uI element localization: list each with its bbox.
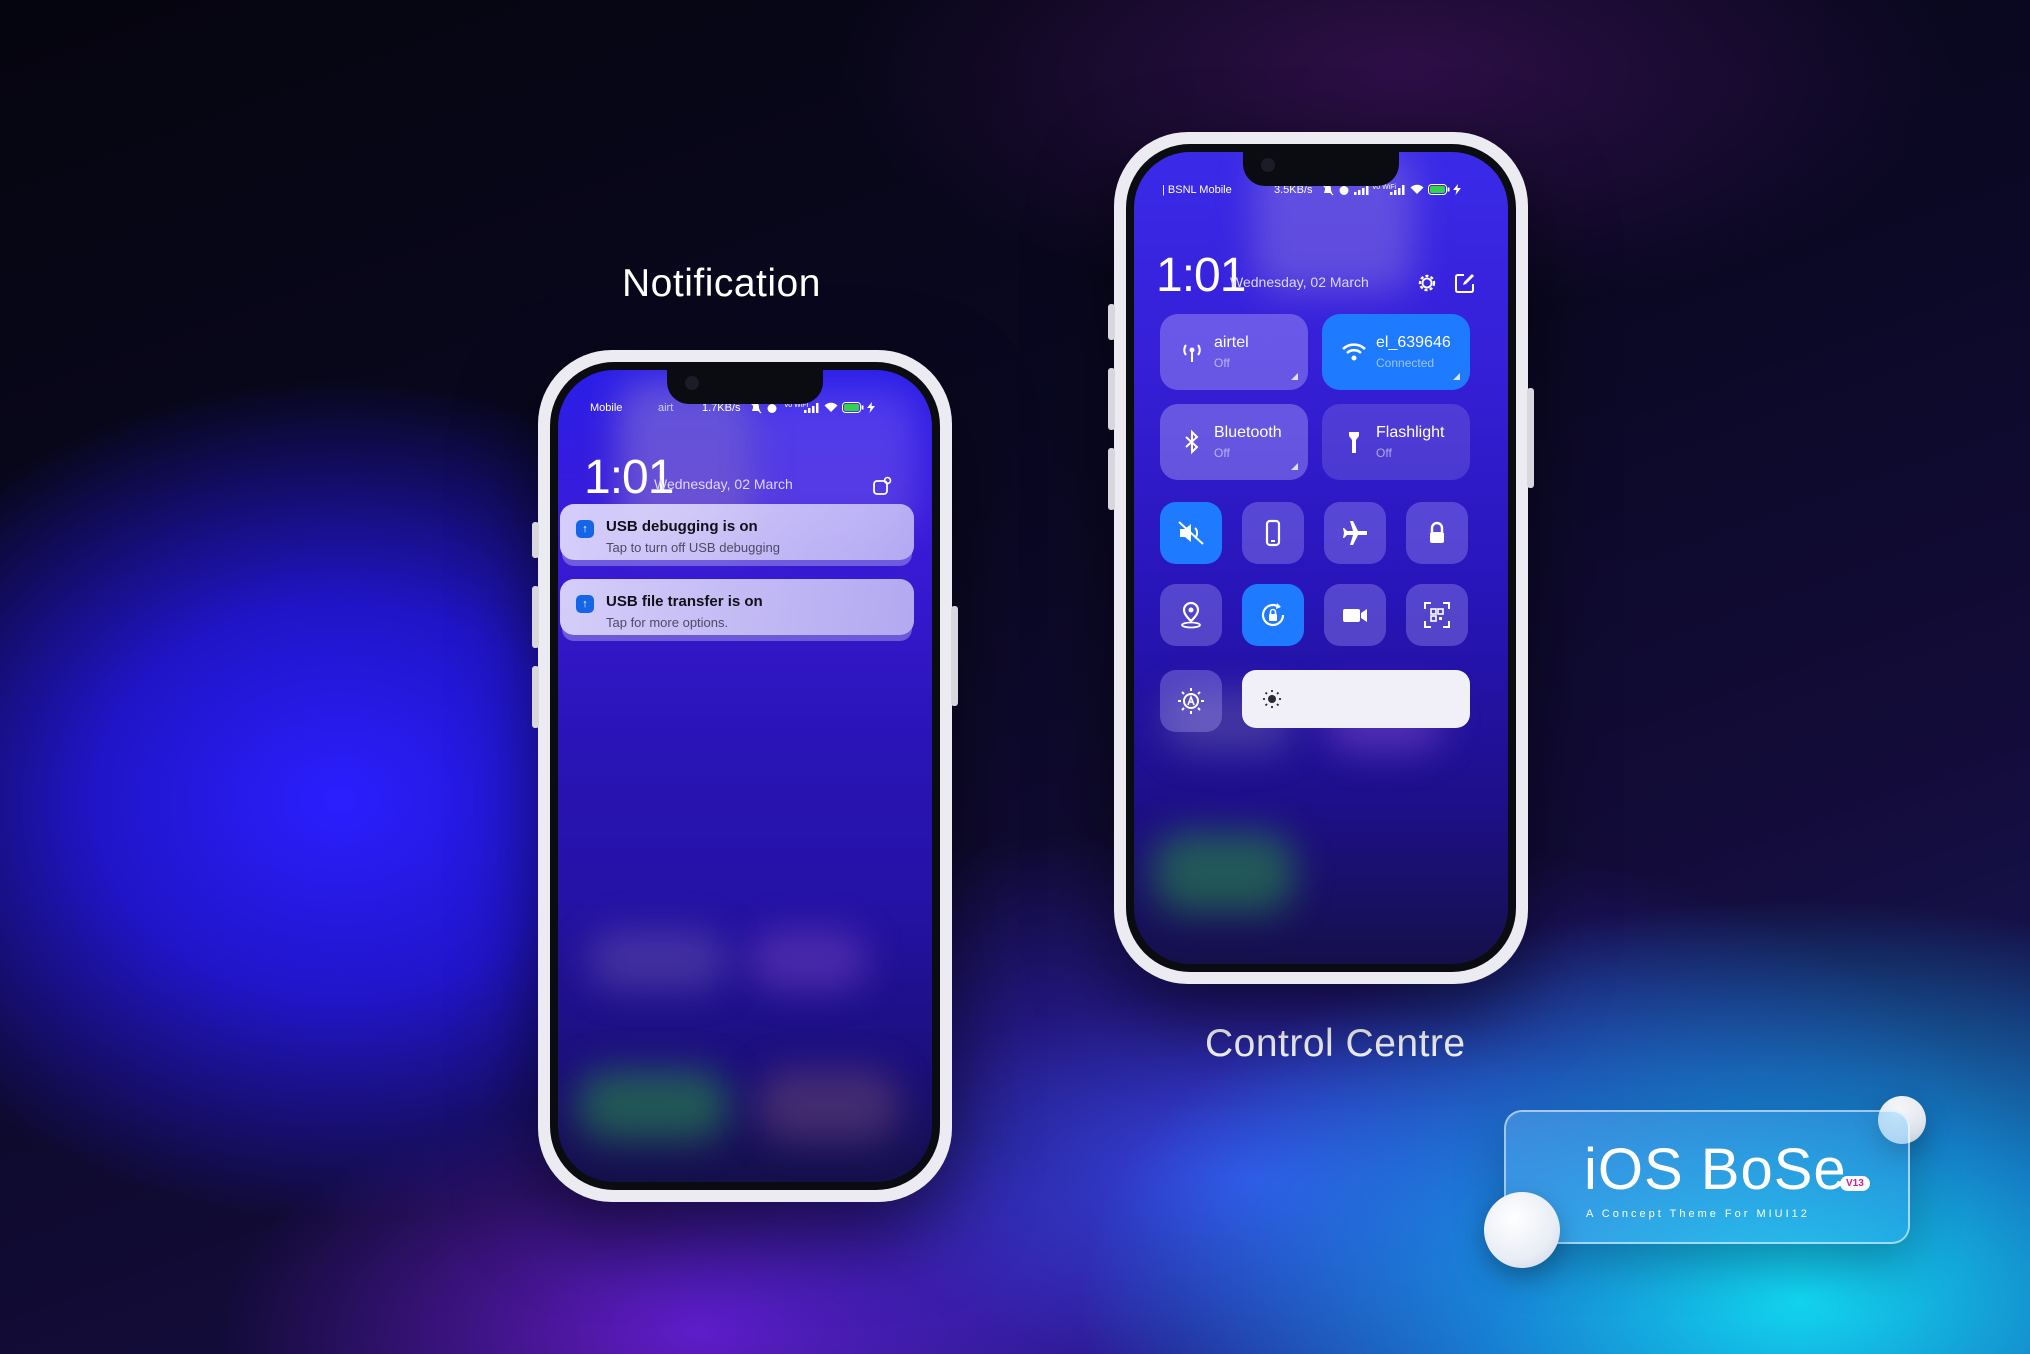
expand-corner-icon: [1453, 373, 1460, 380]
expand-corner-icon: [1291, 463, 1298, 470]
notification-subtitle: Tap to turn off USB debugging: [606, 540, 780, 555]
mute-icon: [1178, 521, 1204, 545]
decorative-bubble: [1484, 1192, 1560, 1268]
lock-icon: [1430, 521, 1444, 543]
mute-toggle[interactable]: [1160, 502, 1222, 564]
vibrate-toggle[interactable]: [1242, 502, 1304, 564]
rotation-lock-icon: [1261, 603, 1285, 627]
front-camera: [685, 376, 699, 390]
wifi-tile[interactable]: el_639646 Connected: [1322, 314, 1470, 390]
notification-title: USB file transfer is on: [606, 593, 763, 610]
tile-label: Bluetooth: [1214, 424, 1282, 441]
control-centre-phone: | BSNL Mobile 3.5KB/s Vo WiFi 1:01 Wedne…: [1108, 132, 1534, 984]
location-icon: [1181, 601, 1201, 629]
notification-card[interactable]: ↑ USB file transfer is on Tap for more o…: [560, 579, 914, 635]
phone-notch: [667, 370, 823, 404]
lock-toggle[interactable]: [1406, 502, 1468, 564]
airplane-icon: [1343, 521, 1367, 545]
bluetooth-icon: [1185, 429, 1199, 455]
tile-status: Connected: [1376, 356, 1435, 370]
settings-gear-icon[interactable]: [1416, 272, 1438, 294]
date: Wednesday, 02 March: [654, 476, 793, 492]
tile-label: airtel: [1214, 334, 1249, 351]
tile-label: Flashlight: [1376, 424, 1445, 441]
theme-title: iOS BoSe: [1584, 1137, 1847, 1202]
tile-status: Off: [1376, 446, 1392, 460]
signal-icon: [804, 403, 819, 413]
screen-record-toggle[interactable]: [1324, 584, 1386, 646]
version-badge: V13: [1840, 1176, 1870, 1191]
signal-icon: [1390, 185, 1405, 195]
location-toggle[interactable]: [1160, 584, 1222, 646]
airplane-mode-toggle[interactable]: [1324, 502, 1386, 564]
auto-brightness-icon: [1178, 688, 1204, 714]
carrier-label-2: airt: [658, 402, 674, 414]
tile-label: el_639646: [1376, 334, 1451, 351]
battery-icon: [842, 402, 864, 413]
brightness-sun-icon: [1263, 690, 1281, 708]
notification-caption: Notification: [622, 262, 821, 305]
wifi-icon: [1410, 184, 1424, 194]
usb-icon: ↑: [576, 595, 594, 613]
phone-notch: [1243, 152, 1399, 186]
notification-subtitle: Tap for more options.: [606, 615, 729, 630]
auto-brightness-toggle[interactable]: [1160, 670, 1222, 732]
clear-notifications-icon[interactable]: [872, 476, 892, 496]
bluetooth-tile[interactable]: Bluetooth Off: [1160, 404, 1308, 480]
carrier-label: | BSNL Mobile: [1162, 184, 1232, 196]
antenna-icon: [1183, 344, 1201, 362]
charging-icon: [867, 402, 875, 413]
theme-subtitle: A Concept Theme For MIUI12: [1586, 1208, 1810, 1220]
wifi-icon: [824, 402, 838, 412]
date: Wednesday, 02 March: [1230, 274, 1369, 290]
theme-badge: iOS BoSe V13 A Concept Theme For MIUI12: [1504, 1110, 1910, 1244]
status-bar: | BSNL Mobile 3.5KB/s Vo WiFi: [1152, 184, 1490, 204]
brightness-slider[interactable]: [1242, 670, 1470, 728]
notification-phone: Mobile airt 1.7KB/s Vo WiFi 1:01 Wednesd…: [532, 350, 958, 1202]
status-bar: Mobile airt 1.7KB/s Vo WiFi: [576, 402, 914, 422]
front-camera: [1261, 158, 1275, 172]
charging-icon: [1453, 184, 1461, 195]
scan-icon: [1424, 602, 1450, 628]
carrier-label: Mobile: [590, 402, 623, 414]
expand-corner-icon: [1291, 373, 1298, 380]
screen-record-icon: [1343, 609, 1367, 622]
flashlight-icon: [1349, 432, 1359, 453]
flashlight-tile[interactable]: Flashlight Off: [1322, 404, 1470, 480]
edit-icon[interactable]: [1454, 272, 1476, 294]
tile-status: Off: [1214, 356, 1230, 370]
mobile-data-tile[interactable]: airtel Off: [1160, 314, 1308, 390]
control-centre-caption: Control Centre: [1205, 1022, 1466, 1065]
usb-icon: ↑: [576, 520, 594, 538]
rotation-lock-toggle[interactable]: [1242, 584, 1304, 646]
notification-card[interactable]: ↑ USB debugging is on Tap to turn off US…: [560, 504, 914, 560]
notification-title: USB debugging is on: [606, 518, 758, 535]
signal-icon: [1354, 185, 1369, 195]
tile-status: Off: [1214, 446, 1230, 460]
vibrate-phone-icon: [1265, 519, 1281, 547]
wifi-icon: [1342, 343, 1366, 361]
battery-icon: [1428, 184, 1450, 195]
scanner-toggle[interactable]: [1406, 584, 1468, 646]
